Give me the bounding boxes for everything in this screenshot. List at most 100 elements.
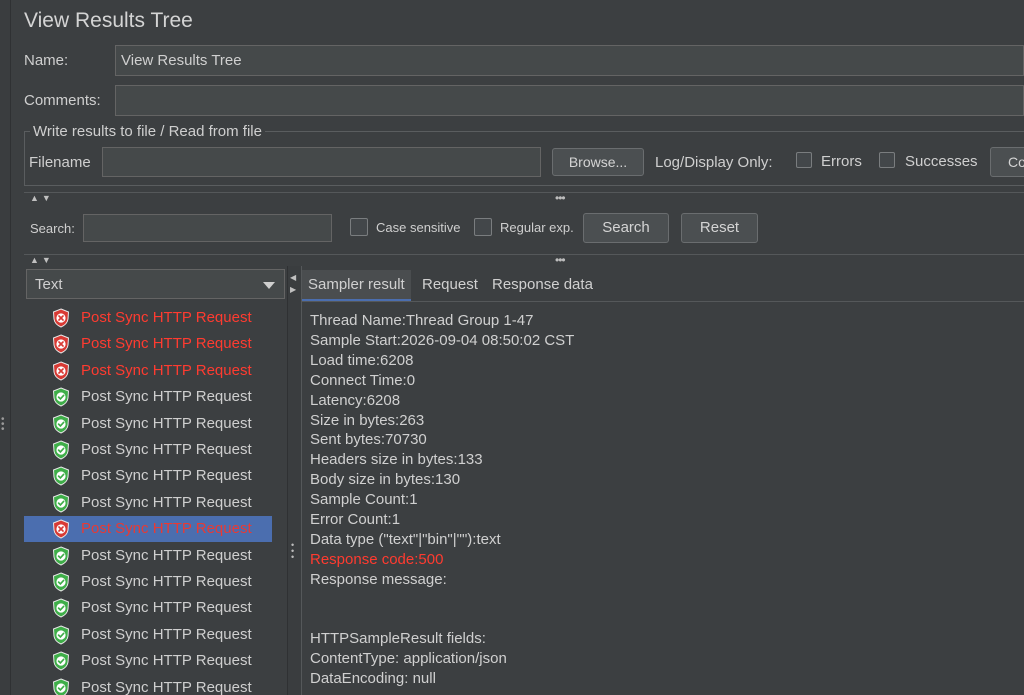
configure-button[interactable]: Co <box>990 147 1024 177</box>
result-line: Sample Start:2026-09-04 08:50:02 CST <box>310 331 575 349</box>
divider-grip-dots[interactable]: • • • <box>291 541 294 562</box>
result-line: Size in bytes:263 <box>310 411 425 429</box>
result-line: Connect Time:0 <box>310 371 416 389</box>
tree-item-label: Post Sync HTTP Request <box>81 652 252 670</box>
case-sensitive-label: Case sensitive <box>376 220 461 235</box>
search-label: Search: <box>30 221 75 236</box>
tab-response-data[interactable]: Response data <box>486 270 599 301</box>
panel-resize-grip[interactable]: • • • <box>1 415 7 435</box>
splitter-line <box>24 254 1024 255</box>
sampler-result-text[interactable]: Thread Name:Thread Group 1-47 Sample Star… <box>302 303 1024 695</box>
comments-label: Comments: <box>24 92 101 109</box>
tree-item[interactable]: Post Sync HTTP Request <box>24 437 272 463</box>
success-shield-icon <box>51 440 71 460</box>
name-input[interactable] <box>115 45 1024 76</box>
tab-request[interactable]: Request <box>416 270 484 301</box>
filename-input[interactable] <box>102 147 541 177</box>
error-shield-icon <box>51 519 71 539</box>
result-line: Thread Name:Thread Group 1-47 <box>310 312 534 329</box>
log-display-label: Log/Display Only: <box>655 154 773 171</box>
result-line: Response code:500 <box>310 550 444 568</box>
tree-item-label: Post Sync HTTP Request <box>81 414 252 432</box>
success-shield-icon <box>51 678 71 695</box>
tree-item-label: Post Sync HTTP Request <box>81 493 252 511</box>
result-line: DataEncoding: null <box>310 670 436 688</box>
success-shield-icon <box>51 387 71 407</box>
splitter-collapse-arrows[interactable]: ▲▼ <box>30 193 54 203</box>
error-shield-icon <box>51 308 71 328</box>
tree-item[interactable]: Post Sync HTTP Request <box>24 516 272 543</box>
result-line: Latency:6208 <box>310 391 401 409</box>
renderer-select[interactable]: Text <box>26 269 285 299</box>
chevron-down-icon <box>263 282 275 289</box>
result-line: ContentType: application/json <box>310 650 507 668</box>
splitter-line <box>24 192 1024 193</box>
divider-collapse-arrows[interactable]: ◀ ▶ <box>290 272 296 296</box>
tree-item[interactable]: Post Sync HTTP Request <box>24 411 272 437</box>
tab-sampler-result[interactable]: Sampler result <box>302 270 411 301</box>
tree-item[interactable]: Post Sync HTTP Request <box>24 358 272 384</box>
browse-button[interactable]: Browse... <box>552 148 644 176</box>
success-shield-icon <box>51 625 71 645</box>
search-button[interactable]: Search <box>583 213 669 243</box>
tree-item-label: Post Sync HTTP Request <box>81 361 252 379</box>
error-shield-icon <box>51 334 71 354</box>
comments-input[interactable] <box>115 85 1024 116</box>
error-shield-icon <box>51 361 71 381</box>
splitter-handle[interactable]: ••• <box>555 191 566 205</box>
tree-item[interactable]: Post Sync HTTP Request <box>24 675 272 695</box>
regex-label: Regular exp. <box>500 220 574 235</box>
result-line: Sent bytes:70730 <box>310 431 427 449</box>
success-shield-icon <box>51 493 71 513</box>
result-line: HTTPSampleResult fields: <box>310 630 486 648</box>
tree-item[interactable]: Post Sync HTTP Request <box>24 490 272 516</box>
tree-item[interactable]: Post Sync HTTP Request <box>24 648 272 674</box>
name-label: Name: <box>24 52 69 69</box>
errors-label: Errors <box>821 153 862 170</box>
success-shield-icon <box>51 414 71 434</box>
result-line: Headers size in bytes:133 <box>310 451 483 469</box>
tree-item-label: Post Sync HTTP Request <box>81 441 252 458</box>
successes-checkbox[interactable] <box>879 152 895 168</box>
tree-item[interactable]: Post Sync HTTP Request <box>24 595 272 621</box>
success-shield-icon <box>51 466 71 486</box>
case-sensitive-checkbox[interactable] <box>350 218 368 236</box>
result-line: Sample Count:1 <box>310 491 418 509</box>
reset-button[interactable]: Reset <box>681 213 758 243</box>
errors-checkbox[interactable] <box>796 152 812 168</box>
filename-label: Filename <box>29 154 91 171</box>
tree-item-label: Post Sync HTTP Request <box>81 678 252 695</box>
tree-item[interactable]: Post Sync HTTP Request <box>24 331 272 357</box>
success-shield-icon <box>51 572 71 592</box>
success-shield-icon <box>51 651 71 671</box>
split-pane-divider[interactable]: ◀ ▶ • • • <box>287 266 302 695</box>
tree-item-label: Post Sync HTTP Request <box>81 625 252 643</box>
file-section-legend: Write results to file / Read from file <box>30 123 265 140</box>
tree-item-label: Post Sync HTTP Request <box>81 309 252 326</box>
splitter-handle[interactable]: ••• <box>555 253 566 267</box>
tab-strip-border <box>302 301 1024 302</box>
tree-item[interactable]: Post Sync HTTP Request <box>24 569 272 595</box>
result-line: Body size in bytes:130 <box>310 471 461 489</box>
result-line: Data type ("text"|"bin"|""):text <box>310 530 501 548</box>
tree-item-label: Post Sync HTTP Request <box>81 520 252 538</box>
tree-item-label: Post Sync HTTP Request <box>81 335 252 353</box>
result-line: Response message: <box>310 570 447 588</box>
tree-item[interactable]: Post Sync HTTP Request <box>24 463 272 489</box>
search-input[interactable] <box>83 214 332 242</box>
success-shield-icon <box>51 546 71 566</box>
tree-item[interactable]: Post Sync HTTP Request <box>24 543 272 569</box>
tree-item[interactable]: Post Sync HTTP Request <box>24 384 272 410</box>
regex-checkbox[interactable] <box>474 218 492 236</box>
result-line: Error Count:1 <box>310 511 401 528</box>
results-tree[interactable]: Post Sync HTTP Request Post Sync HTTP Req… <box>24 305 288 695</box>
tree-item[interactable]: Post Sync HTTP Request <box>24 622 272 648</box>
renderer-select-value: Text <box>35 276 63 293</box>
tree-item-label: Post Sync HTTP Request <box>81 573 252 590</box>
splitter-collapse-arrows[interactable]: ▲▼ <box>30 255 54 265</box>
page-title: View Results Tree <box>24 9 193 32</box>
success-shield-icon <box>51 598 71 618</box>
tree-item-label: Post Sync HTTP Request <box>81 467 252 485</box>
tree-item[interactable]: Post Sync HTTP Request <box>24 305 272 331</box>
tree-item-label: Post Sync HTTP Request <box>81 546 252 564</box>
